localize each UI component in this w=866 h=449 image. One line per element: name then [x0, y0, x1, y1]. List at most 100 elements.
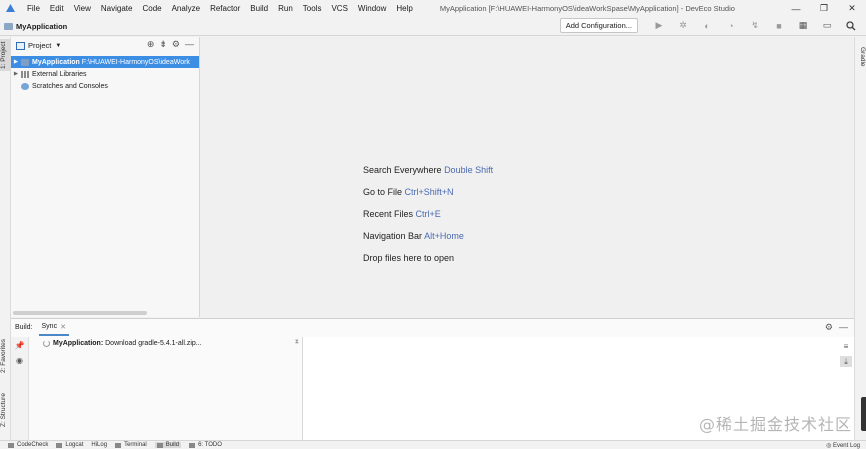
- codecheck-tab[interactable]: CodeCheck: [8, 442, 48, 448]
- attach-icon[interactable]: ↯: [744, 18, 766, 33]
- favorites-tool-tab[interactable]: 2: Favorites: [0, 335, 11, 377]
- menu-help[interactable]: Help: [391, 4, 417, 13]
- side-drawer-handle[interactable]: [861, 397, 866, 431]
- build-output-tree: MyApplication: Download gradle-5.4.1-all…: [29, 337, 303, 441]
- terminal-tab[interactable]: Terminal: [115, 442, 147, 448]
- expand-arrow-icon[interactable]: ▶: [11, 59, 21, 65]
- elapsed-time-icon: ⧗: [294, 339, 299, 345]
- todo-tab[interactable]: 6: TODO: [189, 442, 222, 448]
- project-tree: ▶ MyApplication F:\HUAWEI-HarmonyOS\idea…: [11, 54, 199, 92]
- main-menu: File Edit View Navigate Code Analyze Ref…: [22, 4, 418, 13]
- structure-tool-tab[interactable]: Z: Structure: [0, 389, 11, 431]
- editor-hints: Search Everywhere Double Shift Go to Fil…: [363, 164, 493, 274]
- project-panel-actions: ⊕ ⇟ ⚙ —: [147, 39, 194, 50]
- console-tools: ≡ ⤓: [840, 341, 852, 367]
- logcat-tab[interactable]: Logcat: [56, 442, 83, 448]
- tree-item-label: Scratches and Consoles: [32, 82, 108, 90]
- build-tab[interactable]: Build: [154, 442, 182, 448]
- terminal-icon: [115, 442, 122, 448]
- horizontal-scrollbar[interactable]: [13, 311, 147, 315]
- hint-go-to-file: Go to File Ctrl+Shift+N: [363, 187, 454, 197]
- tree-item-label: MyApplication: [32, 58, 80, 66]
- tree-item-label: External Libraries: [32, 70, 87, 78]
- status-bar: CodeCheck Logcat HiLog Terminal Build 6:…: [0, 440, 866, 449]
- window-controls: — ❐ ✕: [782, 0, 866, 17]
- debug-icon[interactable]: ✲: [672, 18, 694, 33]
- menu-tools[interactable]: Tools: [298, 4, 327, 13]
- event-log-tab[interactable]: ◎ Event Log: [826, 442, 860, 449]
- search-icon[interactable]: [840, 18, 862, 33]
- scroll-to-end-icon[interactable]: ⤓: [840, 356, 852, 367]
- build-tabs: Build: Sync ✕ ⚙ —: [11, 319, 854, 336]
- build-side-tools: 📌 ◉: [11, 337, 29, 441]
- chevron-down-icon: ▼: [55, 42, 62, 49]
- project-panel-header: Project ▼ ⊕ ⇟ ⚙ —: [11, 37, 199, 54]
- hint-search-everywhere: Search Everywhere Double Shift: [363, 165, 494, 175]
- gear-icon[interactable]: ⚙: [825, 322, 833, 333]
- menu-analyze[interactable]: Analyze: [167, 4, 205, 13]
- project-panel-title: Project: [28, 41, 52, 50]
- breadcrumb[interactable]: MyApplication: [4, 22, 67, 31]
- tree-item-scratches[interactable]: Scratches and Consoles: [11, 80, 199, 92]
- breadcrumb-project: MyApplication: [16, 21, 68, 31]
- menu-run[interactable]: Run: [273, 4, 298, 13]
- event-log-icon: ◎: [826, 443, 833, 449]
- menu-edit[interactable]: Edit: [45, 4, 69, 13]
- run-toolbar: Add Configuration... ▶ ✲ ◐ ◔ ↯ ■ ▦ ▭: [559, 18, 862, 33]
- minimize-button[interactable]: —: [782, 0, 810, 17]
- expand-arrow-icon[interactable]: ▶: [11, 71, 21, 77]
- menu-view[interactable]: View: [69, 4, 96, 13]
- gear-icon[interactable]: ⚙: [172, 39, 180, 50]
- add-configuration-button[interactable]: Add Configuration...: [559, 18, 638, 33]
- collapse-all-icon[interactable]: ⇟: [159, 39, 167, 50]
- tab-sync[interactable]: Sync ✕: [38, 319, 69, 336]
- menu-bar: File Edit View Navigate Code Analyze Ref…: [0, 0, 866, 17]
- locate-icon[interactable]: ⊕: [147, 39, 155, 50]
- editor-area: Search Everywhere Double Shift Go to Fil…: [200, 37, 854, 317]
- pin-icon[interactable]: 📌: [15, 341, 25, 350]
- profile-icon[interactable]: ◔: [720, 18, 742, 33]
- project-tool-tab[interactable]: 1: Project: [0, 39, 11, 71]
- menu-window[interactable]: Window: [353, 4, 391, 13]
- menu-refactor[interactable]: Refactor: [205, 4, 245, 13]
- status-right: ◎ Event Log: [818, 441, 860, 449]
- menu-build[interactable]: Build: [245, 4, 273, 13]
- run-icon[interactable]: ▶: [648, 18, 670, 33]
- stop-icon[interactable]: ■: [768, 18, 790, 33]
- project-folder-icon: [4, 22, 13, 30]
- hide-panel-icon[interactable]: —: [839, 322, 848, 333]
- eye-icon[interactable]: ◉: [16, 356, 23, 365]
- coverage-icon[interactable]: ◐: [696, 18, 718, 33]
- todo-icon: [189, 442, 196, 448]
- tree-item-external-libraries[interactable]: ▶ External Libraries: [11, 68, 199, 80]
- watermark: @稀土掘金技术社区: [698, 415, 852, 434]
- menu-navigate[interactable]: Navigate: [96, 4, 138, 13]
- left-tool-stripe: 1: Project 2: Favorites Z: Structure: [0, 37, 11, 440]
- build-task-project: MyApplication:: [53, 340, 104, 347]
- menu-vcs[interactable]: VCS: [326, 4, 352, 13]
- close-button[interactable]: ✕: [838, 0, 866, 17]
- gradle-tool-tab[interactable]: Gradle: [856, 47, 866, 67]
- menu-code[interactable]: Code: [137, 4, 166, 13]
- hide-panel-icon[interactable]: —: [185, 39, 194, 50]
- navigation-bar: MyApplication Add Configuration... ▶ ✲ ◐…: [0, 17, 866, 36]
- restore-button[interactable]: ❐: [810, 0, 838, 17]
- library-icon: [21, 70, 29, 78]
- soft-wrap-icon[interactable]: ≡: [840, 341, 852, 352]
- device-manager-icon[interactable]: ▭: [816, 18, 838, 33]
- codecheck-icon: [8, 442, 14, 448]
- tree-item-myapplication[interactable]: ▶ MyApplication F:\HUAWEI-HarmonyOS\idea…: [11, 56, 199, 68]
- build-task-row[interactable]: MyApplication: Download gradle-5.4.1-all…: [29, 337, 302, 350]
- menu-file[interactable]: File: [22, 4, 45, 13]
- logcat-icon: [56, 442, 63, 448]
- close-icon[interactable]: ✕: [60, 323, 66, 331]
- build-label: Build:: [15, 324, 33, 331]
- build-task-text: Download gradle-5.4.1-all.zip...: [105, 340, 202, 347]
- hint-recent-files: Recent Files Ctrl+E: [363, 209, 441, 219]
- hint-drop-files: Drop files here to open: [363, 253, 455, 263]
- project-panel: Project ▼ ⊕ ⇟ ⚙ — ▶ MyApplication F:\HUA…: [11, 37, 200, 317]
- hilog-tab[interactable]: HiLog: [91, 442, 107, 448]
- project-view-selector[interactable]: Project ▼: [16, 41, 61, 50]
- deveco-logo-icon: [4, 3, 16, 15]
- project-structure-icon[interactable]: ▦: [792, 18, 814, 33]
